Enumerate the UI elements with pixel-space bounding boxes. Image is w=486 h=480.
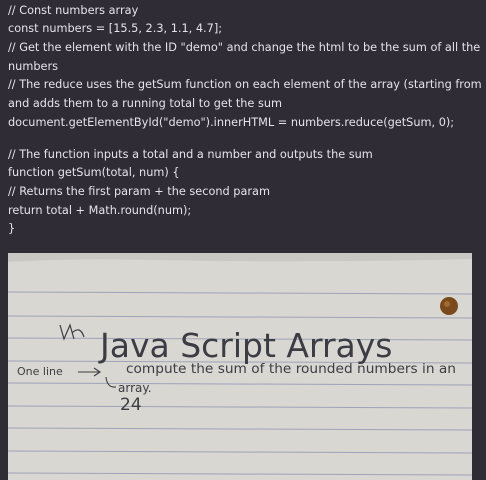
code-line: function getSum(total, num) { xyxy=(8,166,180,179)
code-line: const numbers = [15.5, 2.3, 1.1, 4.7]; xyxy=(8,22,223,35)
code-line: // Returns the first param + the second … xyxy=(8,185,270,198)
notebook-result: 24 xyxy=(120,395,142,415)
notebook-photo: Java Script Arrays One line compute the … xyxy=(8,253,472,480)
code-line: return total + Math.round(num); xyxy=(8,204,192,217)
code-line: document.getElementById("demo").innerHTM… xyxy=(8,116,455,129)
notebook-page: Java Script Arrays One line compute the … xyxy=(8,253,472,480)
margin-note: One line xyxy=(17,365,63,378)
code-line: and adds them to a running total to get … xyxy=(8,97,283,110)
code-line: } xyxy=(8,222,16,235)
code-line: // Get the element with the ID "demo" an… xyxy=(8,41,481,54)
code-line: // Const numbers array xyxy=(8,4,139,17)
code-line: // The function inputs a total and a num… xyxy=(8,148,373,161)
notebook-title: Java Script Arrays xyxy=(98,326,392,365)
code-line: numbers xyxy=(8,60,58,73)
code-line: // The reduce uses the getSum function o… xyxy=(8,78,486,91)
notebook-description-line2: array. xyxy=(118,381,152,395)
notebook-description-line1: compute the sum of the rounded numbers i… xyxy=(126,362,456,377)
code-block: // Const numbers array const numbers = [… xyxy=(0,0,486,244)
